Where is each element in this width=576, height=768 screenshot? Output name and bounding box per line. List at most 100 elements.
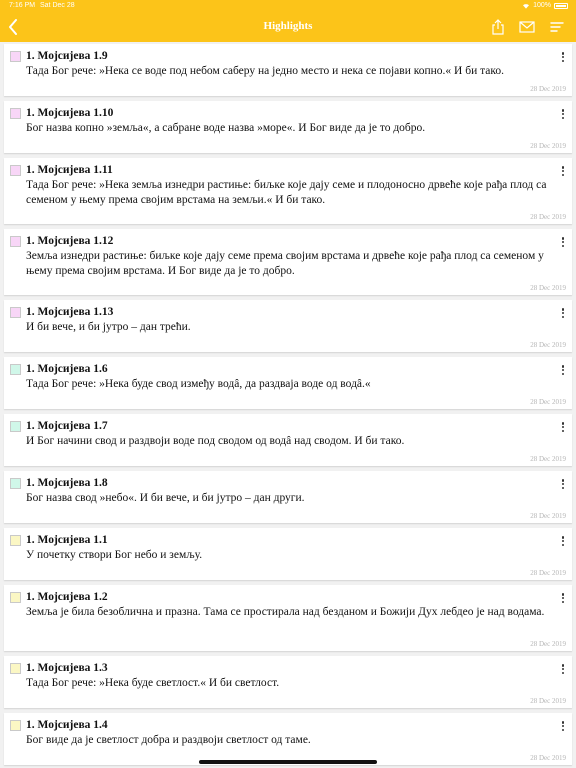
verse-text: Тада Бог рече: »Нека буде светлост.« И б… (26, 677, 280, 689)
highlight-card[interactable]: 1. Мојсијева 1.12 Земља изнедри растиње:… (4, 229, 572, 295)
dot-icon (561, 429, 565, 432)
highlight-color-swatch (10, 108, 21, 119)
more-options-button[interactable] (559, 236, 567, 248)
verse-reference: 1. Мојсијева 1.8 (26, 477, 108, 489)
dot-icon (561, 166, 565, 169)
dot-icon (561, 311, 565, 315)
highlight-card[interactable]: 1. Мојсијева 1.4 Бог виде да је светлост… (4, 713, 572, 765)
highlight-date: 28 Dec 2019 (530, 512, 566, 520)
dot-icon (561, 368, 565, 372)
highlight-date: 28 Dec 2019 (530, 142, 566, 150)
dot-icon (561, 600, 565, 603)
dot-icon (561, 593, 565, 596)
highlight-card[interactable]: 1. Мојсијева 1.2 Земља је била безобличн… (4, 585, 572, 651)
status-right: 100% (522, 2, 568, 9)
dot-icon (561, 536, 565, 539)
verse-reference: 1. Мојсијева 1.3 (26, 662, 108, 674)
highlight-card[interactable]: 1. Мојсијева 1.7 И Бог начини свод и раз… (4, 414, 572, 466)
status-date: Sat Dec 28 (40, 2, 75, 9)
more-options-button[interactable] (559, 165, 567, 177)
verse-text: Земља изнедри растиње: биљке које дају с… (26, 250, 544, 277)
highlight-card[interactable]: 1. Мојсијева 1.1 У почетку створи Бог не… (4, 528, 572, 580)
highlight-date: 28 Dec 2019 (530, 569, 566, 577)
highlight-card[interactable]: 1. Мојсијева 1.8 Бог назва свод »небо«. … (4, 471, 572, 523)
battery-icon (554, 2, 568, 9)
wifi-icon (523, 3, 530, 9)
more-options-button[interactable] (559, 663, 567, 675)
dot-icon (561, 671, 565, 674)
dot-icon (561, 486, 565, 489)
highlight-card[interactable]: 1. Мојсијева 1.11 Тада Бог рече: »Нека з… (4, 158, 572, 224)
verse-reference: 1. Мојсијева 1.9 (26, 50, 108, 62)
highlight-card[interactable]: 1. Мојсијева 1.3 Тада Бог рече: »Нека бу… (4, 656, 572, 708)
dot-icon (561, 728, 565, 731)
verse-text: И би вече, и би јутро – дан трећи. (26, 321, 191, 333)
highlight-color-swatch (10, 165, 21, 176)
more-options-button[interactable] (559, 51, 567, 63)
highlight-color-swatch (10, 663, 21, 674)
dot-icon (561, 55, 565, 59)
verse-reference: 1. Мојсијева 1.4 (26, 719, 108, 731)
dot-icon (561, 308, 565, 311)
dot-icon (561, 479, 565, 482)
highlight-color-swatch (10, 535, 21, 546)
highlight-date: 28 Dec 2019 (530, 398, 566, 406)
highlight-color-swatch (10, 51, 21, 62)
dot-icon (561, 425, 565, 429)
highlight-card[interactable]: 1. Мојсијева 1.13 И би вече, и би јутро … (4, 300, 572, 352)
highlight-color-swatch (10, 592, 21, 603)
more-options-button[interactable] (559, 720, 567, 732)
dot-icon (561, 539, 565, 543)
more-options-button[interactable] (559, 307, 567, 319)
more-options-button[interactable] (559, 478, 567, 490)
dot-icon (561, 59, 565, 62)
highlight-color-swatch (10, 236, 21, 247)
battery-percent: 100% (533, 2, 551, 9)
verse-reference: 1. Мојсијева 1.12 (26, 235, 114, 247)
status-bar: 7:16 PM Sat Dec 28 100% (0, 0, 576, 12)
dot-icon (561, 596, 565, 600)
nav-bar: Highlights (0, 12, 576, 42)
highlight-color-swatch (10, 421, 21, 432)
verse-reference: 1. Мојсијева 1.1 (26, 534, 108, 546)
dot-icon (561, 112, 565, 116)
dot-icon (561, 240, 565, 244)
highlight-date: 28 Dec 2019 (530, 284, 566, 292)
verse-reference: 1. Мојсијева 1.11 (26, 164, 113, 176)
more-options-button[interactable] (559, 421, 567, 433)
verse-text: Бог назва свод »небо«. И би вече, и би ј… (26, 492, 305, 504)
verse-text: Тада Бог рече: »Нека буде свод између во… (26, 378, 371, 390)
highlight-card[interactable]: 1. Мојсијева 1.6 Тада Бог рече: »Нека бу… (4, 357, 572, 409)
verse-text: У почетку створи Бог небо и земљу. (26, 549, 203, 561)
more-options-button[interactable] (559, 364, 567, 376)
share-icon (492, 19, 504, 35)
verse-reference: 1. Мојсијева 1.7 (26, 420, 108, 432)
dot-icon (561, 244, 565, 247)
highlight-date: 28 Dec 2019 (530, 213, 566, 221)
highlight-card[interactable]: 1. Мојсијева 1.9 Тада Бог рече: »Нека се… (4, 44, 572, 96)
highlight-date: 28 Dec 2019 (530, 85, 566, 93)
more-options-button[interactable] (559, 592, 567, 604)
more-options-button[interactable] (559, 535, 567, 547)
dot-icon (561, 169, 565, 173)
highlight-color-swatch (10, 364, 21, 375)
dot-icon (561, 667, 565, 671)
highlight-card[interactable]: 1. Мојсијева 1.10 Бог назва копно »земља… (4, 101, 572, 153)
verse-reference: 1. Мојсијева 1.6 (26, 363, 108, 375)
dot-icon (561, 365, 565, 368)
status-time: 7:16 PM (9, 2, 36, 9)
dot-icon (561, 109, 565, 112)
dot-icon (561, 372, 565, 375)
share-button[interactable] (488, 17, 508, 37)
dot-icon (561, 664, 565, 667)
sort-button[interactable] (547, 17, 567, 37)
highlight-color-swatch (10, 720, 21, 731)
verse-text: Бог назва копно »земља«, а сабране воде … (26, 122, 426, 134)
sort-icon (550, 22, 564, 32)
dot-icon (561, 52, 565, 55)
mail-button[interactable] (517, 17, 537, 37)
home-indicator (199, 760, 377, 764)
more-options-button[interactable] (559, 108, 567, 120)
dot-icon (561, 721, 565, 724)
dot-icon (561, 237, 565, 240)
